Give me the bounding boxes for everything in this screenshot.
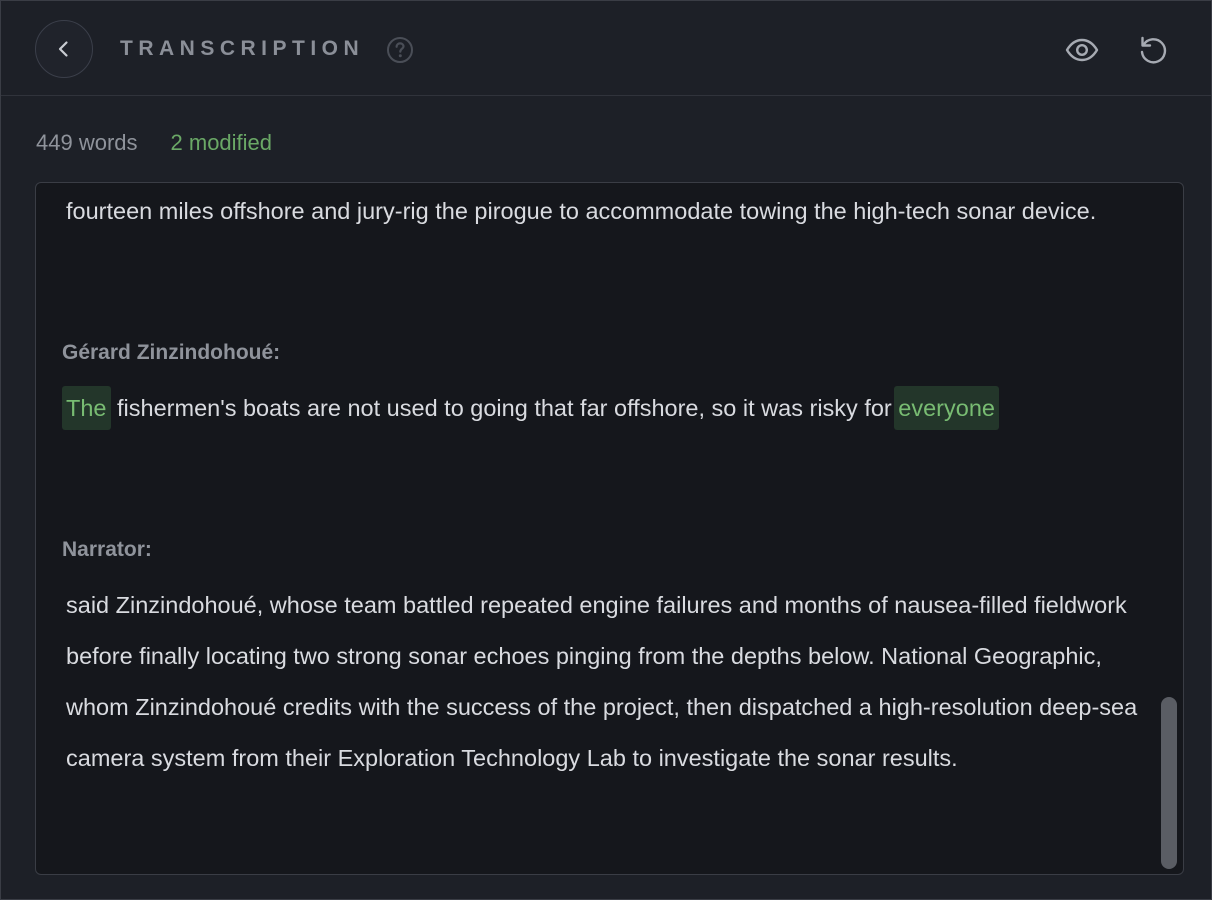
chevron-left-icon: [58, 41, 68, 57]
transcript-paragraph[interactable]: The fishermen's boats are not used to go…: [62, 383, 1146, 434]
transcript-editor[interactable]: fourteen miles offshore and jury-rig the…: [35, 182, 1184, 875]
reset-icon[interactable]: [1136, 33, 1170, 67]
transcript-paragraph[interactable]: fourteen miles offshore and jury-rig the…: [66, 186, 1146, 237]
back-button[interactable]: [35, 20, 93, 78]
speaker-label: Gérard Zinzindohoué:: [62, 341, 281, 364]
eye-icon[interactable]: [1064, 33, 1100, 67]
transcript-text[interactable]: fishermen's boats are not used to going …: [111, 395, 899, 421]
word-count: 449 words: [36, 130, 138, 155]
modified-count: 2 modified: [170, 130, 273, 155]
scrollbar-thumb[interactable]: [1161, 697, 1177, 869]
modified-word[interactable]: The: [62, 386, 111, 430]
speaker-label: Narrator:: [62, 538, 152, 561]
question-circle-icon[interactable]: [386, 36, 414, 64]
modified-word[interactable]: everyone: [894, 386, 999, 430]
panel-title: TRANSCRIPTION: [120, 37, 365, 60]
transcription-panel: TRANSCRIPTION 449 words 2 modified fourt…: [0, 0, 1212, 900]
panel-header: TRANSCRIPTION: [1, 1, 1211, 96]
transcript-paragraph[interactable]: said Zinzindohoué, whose team battled re…: [66, 580, 1146, 784]
transcript-stats: 449 words 2 modified: [36, 130, 272, 156]
